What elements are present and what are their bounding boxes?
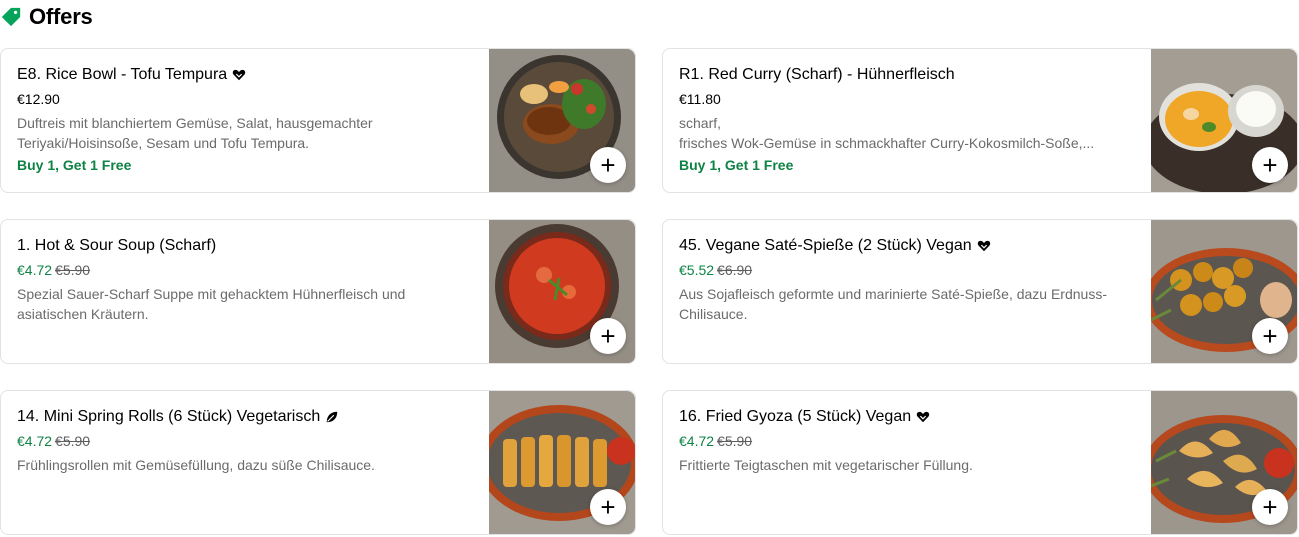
add-to-cart-button[interactable]: + (590, 318, 626, 354)
item-name: 14. Mini Spring Rolls (6 Stück) Vegetari… (17, 408, 321, 425)
menu-item-card[interactable]: 16. Fried Gyoza (5 Stück) Vegan €4.72 €5.… (662, 390, 1298, 535)
item-old-price: €5.90 (55, 262, 91, 278)
add-to-cart-button[interactable]: + (1252, 318, 1288, 354)
item-description-line: Frühlingsrollen mit Gemüsefüllung, dazu … (17, 457, 375, 473)
menu-item-card[interactable]: 14. Mini Spring Rolls (6 Stück) Vegetari… (0, 390, 636, 535)
item-name: 45. Vegane Saté-Spieße (2 Stück) Vegan (679, 237, 972, 254)
item-description-line: Aus Sojafleisch geformte und marinierte … (679, 286, 1107, 302)
item-price: €4.72 (679, 433, 715, 449)
item-name: 1. Hot & Sour Soup (Scharf) (17, 237, 217, 254)
item-name: 16. Fried Gyoza (5 Stück) Vegan (679, 408, 912, 425)
offer-label: Buy 1, Get 1 Free (17, 157, 132, 173)
item-description-line: Teriyaki/Hoisinsoße, Sesam und Tofu Temp… (17, 135, 310, 151)
item-description-line: asiatischen Kräutern. (17, 306, 149, 322)
menu-item-card[interactable]: 1. Hot & Sour Soup (Scharf) €4.72 €5.90 S… (0, 219, 636, 364)
add-to-cart-button[interactable]: + (1252, 489, 1288, 525)
heart-icon (232, 69, 246, 81)
menu-item-card[interactable]: R1. Red Curry (Scharf) - Hühnerfleisch €… (662, 48, 1298, 193)
menu-item-card[interactable]: 45. Vegane Saté-Spieße (2 Stück) Vegan €… (662, 219, 1298, 364)
item-price: €11.80 (679, 91, 721, 107)
item-price: €4.72 (17, 433, 53, 449)
tag-icon (1, 7, 21, 27)
leaf-icon (327, 411, 338, 423)
item-description-line: frisches Wok-Gemüse in schmackhafter Cur… (679, 135, 1095, 151)
heart-icon (916, 411, 930, 423)
item-description-line: Chilisauce. (679, 306, 748, 322)
heart-icon (977, 240, 990, 252)
item-price: €5.52 (679, 262, 715, 278)
item-old-price: €6.90 (717, 262, 753, 278)
menu-item-card[interactable]: E8. Rice Bowl - Tofu Tempura €12.90 Duft… (0, 48, 636, 193)
offers-section-header: Offers (0, 2, 93, 32)
item-description-line: Duftreis mit blanchiertem Gemüse, Salat,… (17, 115, 373, 131)
item-price: €4.72 (17, 262, 53, 278)
item-description-line: scharf, (679, 115, 722, 131)
item-description-line: Frittierte Teigtaschen mit vegetarischer… (679, 457, 973, 473)
item-price: €12.90 (17, 91, 60, 107)
add-to-cart-button[interactable]: + (1252, 147, 1288, 183)
item-description-line: Spezial Sauer-Scharf Suppe mit gehacktem… (17, 286, 406, 302)
add-to-cart-button[interactable]: + (590, 489, 626, 525)
item-old-price: €5.90 (717, 433, 753, 449)
section-title: Offers (29, 4, 93, 29)
item-name: E8. Rice Bowl - Tofu Tempura (17, 66, 228, 83)
add-to-cart-button[interactable]: + (590, 147, 626, 183)
offer-label: Buy 1, Get 1 Free (679, 157, 794, 173)
item-name: R1. Red Curry (Scharf) - Hühnerfleisch (679, 66, 955, 83)
item-old-price: €5.90 (55, 433, 91, 449)
